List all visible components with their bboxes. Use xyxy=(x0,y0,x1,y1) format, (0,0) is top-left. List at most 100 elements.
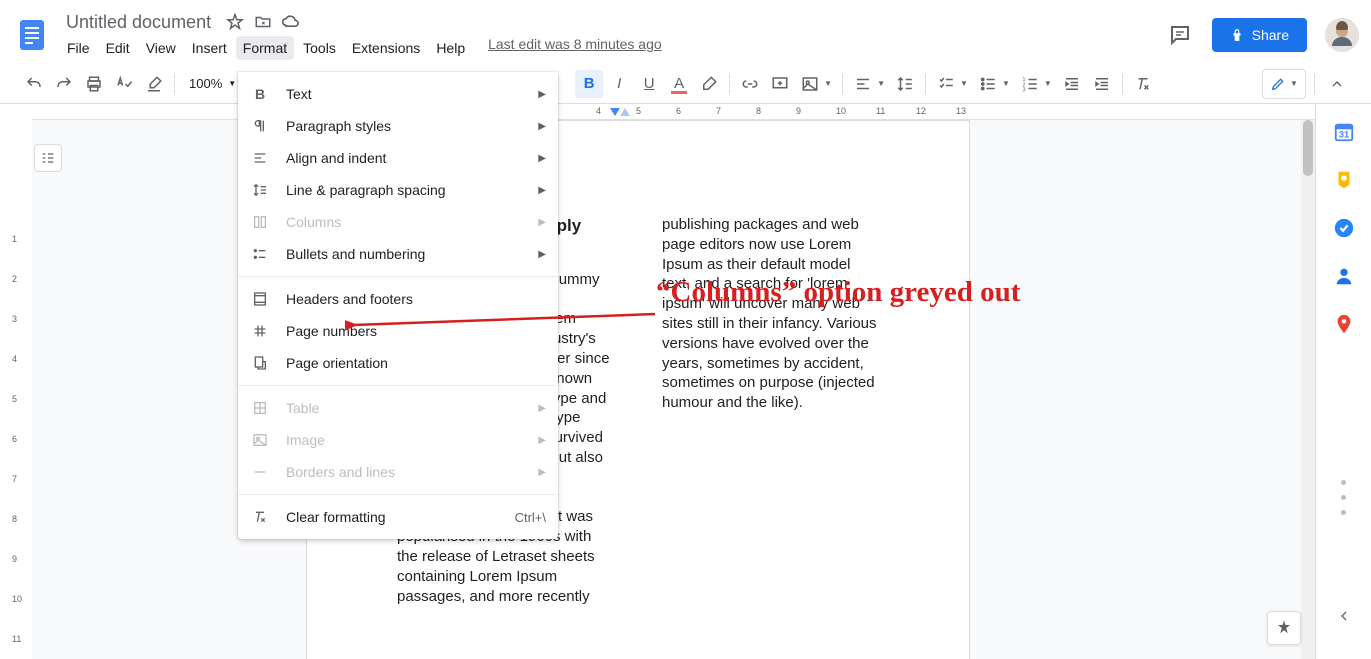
menu-tools[interactable]: Tools xyxy=(296,36,343,60)
vertical-ruler[interactable]: 1 2 3 4 5 6 7 8 9 10 11 xyxy=(0,104,32,659)
side-panel-collapse-icon[interactable] xyxy=(1336,608,1352,629)
redo-button[interactable] xyxy=(50,70,78,98)
chevron-right-icon: ▶ xyxy=(538,153,546,164)
chevron-right-icon: ▶ xyxy=(538,467,546,478)
cloud-status-icon[interactable] xyxy=(281,12,301,32)
insert-image-button[interactable] xyxy=(796,70,824,98)
svg-text:3: 3 xyxy=(1022,87,1025,93)
menu-edit[interactable]: Edit xyxy=(99,36,137,60)
format-clear-item[interactable]: Clear formattingCtrl+\ xyxy=(238,501,558,533)
menu-view[interactable]: View xyxy=(139,36,183,60)
horizontal-ruler[interactable]: 4 5 6 7 8 9 10 11 12 13 xyxy=(32,104,1315,120)
document-title[interactable]: Untitled document xyxy=(60,10,217,35)
chevron-right-icon: ▶ xyxy=(538,435,546,446)
format-spacing-item[interactable]: Line & paragraph spacing▶ xyxy=(238,174,558,206)
toolbar-separator xyxy=(729,74,730,94)
chevron-down-icon[interactable]: ▼ xyxy=(960,79,968,88)
align-button[interactable] xyxy=(849,70,877,98)
chevron-down-icon[interactable]: ▼ xyxy=(877,79,885,88)
format-page-orientation-item[interactable]: Page orientation xyxy=(238,347,558,379)
app-header: Untitled document File Edit View Insert … xyxy=(0,0,1371,64)
calendar-icon[interactable]: 31 xyxy=(1332,120,1356,144)
menu-extensions[interactable]: Extensions xyxy=(345,36,427,60)
chevron-down-icon[interactable]: ▼ xyxy=(824,79,832,88)
move-icon[interactable] xyxy=(253,12,273,32)
chevron-right-icon: ▶ xyxy=(538,249,546,260)
page-number-icon xyxy=(250,321,270,341)
add-comment-button[interactable] xyxy=(766,70,794,98)
menu-separator xyxy=(238,276,558,277)
chevron-right-icon: ▶ xyxy=(538,217,546,228)
format-dropdown: BText▶ Paragraph styles▶ Align and inden… xyxy=(238,72,558,539)
insert-link-button[interactable] xyxy=(736,70,764,98)
title-area: Untitled document File Edit View Insert … xyxy=(60,10,662,60)
format-headers-footers-item[interactable]: Headers and footers xyxy=(238,283,558,315)
print-button[interactable] xyxy=(80,70,108,98)
italic-button[interactable]: I xyxy=(605,70,633,98)
bulleted-list-button[interactable] xyxy=(974,70,1002,98)
comments-icon[interactable] xyxy=(1166,21,1194,49)
highlight-button[interactable] xyxy=(695,70,723,98)
edit-status-link[interactable]: Last edit was 8 minutes ago xyxy=(488,36,662,60)
toolbar: 100%▼ B I U A ▼ ▼ ▼ ▼ 123 ▼ ▼ xyxy=(0,64,1371,104)
menu-file[interactable]: File xyxy=(60,36,97,60)
format-text-item[interactable]: BText▶ xyxy=(238,78,558,110)
increase-indent-button[interactable] xyxy=(1088,70,1116,98)
menu-separator xyxy=(238,385,558,386)
image-icon xyxy=(250,430,270,450)
underline-button[interactable]: U xyxy=(635,70,663,98)
format-table-item: Table▶ xyxy=(238,392,558,424)
format-bullets-item[interactable]: Bullets and numbering▶ xyxy=(238,238,558,270)
scrollbar-thumb[interactable] xyxy=(1303,120,1313,176)
editing-mode-button[interactable]: ▼ xyxy=(1262,69,1306,99)
account-avatar[interactable] xyxy=(1325,18,1359,52)
format-page-numbers-item[interactable]: Page numbers xyxy=(238,315,558,347)
orientation-icon xyxy=(250,353,270,373)
format-image-item: Image▶ xyxy=(238,424,558,456)
share-button-label: Share xyxy=(1252,27,1289,43)
clear-format-icon xyxy=(250,507,270,527)
checklist-button[interactable] xyxy=(932,70,960,98)
outline-toggle-button[interactable] xyxy=(34,144,62,172)
chevron-down-icon[interactable]: ▼ xyxy=(1002,79,1010,88)
spacing-icon xyxy=(250,180,270,200)
toolbar-separator xyxy=(842,74,843,94)
side-panel-overflow[interactable] xyxy=(1341,480,1346,515)
format-paragraph-styles-item[interactable]: Paragraph styles▶ xyxy=(238,110,558,142)
format-columns-item: Columns▶ xyxy=(238,206,558,238)
spellcheck-button[interactable] xyxy=(110,70,138,98)
contacts-icon[interactable] xyxy=(1332,264,1356,288)
keep-icon[interactable] xyxy=(1332,168,1356,192)
text-color-button[interactable]: A xyxy=(665,70,693,98)
bold-button[interactable]: B xyxy=(575,70,603,98)
maps-icon[interactable] xyxy=(1332,312,1356,336)
ruler-indent-marker[interactable] xyxy=(610,108,620,116)
share-button[interactable]: Share xyxy=(1212,18,1307,52)
collapse-toolbar-button[interactable] xyxy=(1323,70,1351,98)
docs-logo[interactable] xyxy=(12,15,52,55)
clear-formatting-button[interactable] xyxy=(1129,70,1157,98)
tasks-icon[interactable] xyxy=(1332,216,1356,240)
format-align-item[interactable]: Align and indent▶ xyxy=(238,142,558,174)
decrease-indent-button[interactable] xyxy=(1058,70,1086,98)
toolbar-separator xyxy=(1314,74,1315,94)
explore-button[interactable] xyxy=(1267,611,1301,645)
shortcut-label: Ctrl+\ xyxy=(515,510,546,525)
document-workspace: 1 2 3 4 5 6 7 8 9 10 11 4 5 6 7 8 9 10 1… xyxy=(0,104,1315,659)
line-spacing-button[interactable] xyxy=(891,70,919,98)
ruler-indent-marker[interactable] xyxy=(620,108,630,116)
undo-button[interactable] xyxy=(20,70,48,98)
menu-insert[interactable]: Insert xyxy=(185,36,234,60)
vertical-scrollbar[interactable] xyxy=(1301,120,1315,659)
zoom-selector[interactable]: 100%▼ xyxy=(181,76,238,91)
numbered-list-button[interactable]: 123 xyxy=(1016,70,1044,98)
chevron-down-icon[interactable]: ▼ xyxy=(1044,79,1052,88)
menu-help[interactable]: Help xyxy=(429,36,472,60)
menu-format[interactable]: Format xyxy=(236,36,294,60)
paint-format-button[interactable] xyxy=(140,70,168,98)
bold-icon: B xyxy=(250,84,270,104)
align-icon xyxy=(250,148,270,168)
star-icon[interactable] xyxy=(225,12,245,32)
toolbar-separator xyxy=(174,74,175,94)
chevron-right-icon: ▶ xyxy=(538,121,546,132)
